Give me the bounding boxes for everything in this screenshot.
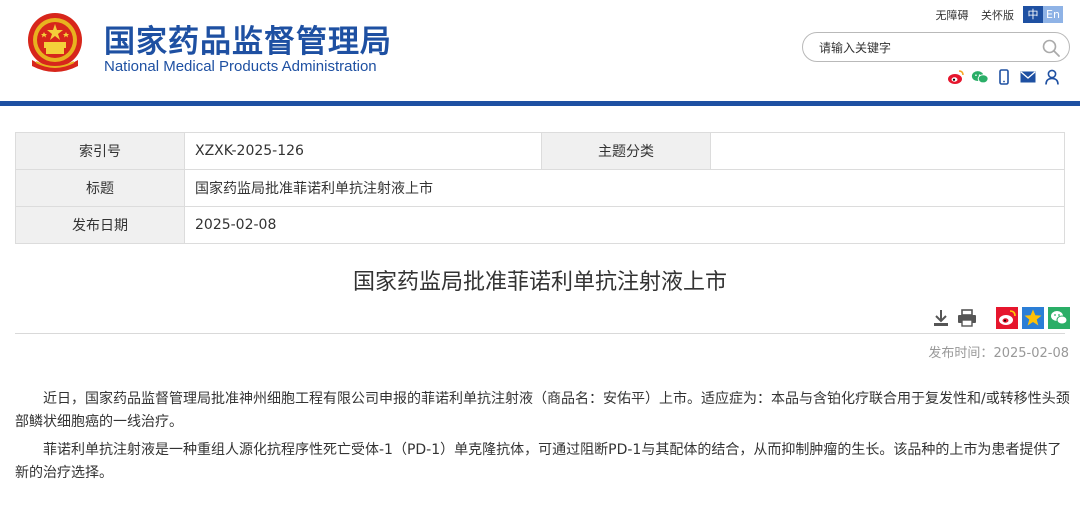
social-links xyxy=(947,68,1061,86)
title-value: 国家药监局批准菲诺利单抗注射液上市 xyxy=(184,169,1065,207)
wechat-share-icon[interactable] xyxy=(1048,307,1070,329)
search-input[interactable] xyxy=(819,39,1029,57)
article-title: 国家药监局批准菲诺利单抗注射液上市 xyxy=(352,270,727,295)
search-box xyxy=(802,32,1070,62)
national-emblem-logo[interactable] xyxy=(24,10,86,76)
top-links: 无障碍 关怀版 xyxy=(927,7,1015,23)
site-name-en[interactable]: National Medical Products Administration xyxy=(104,58,377,75)
language-switch: 中 En xyxy=(1023,6,1063,23)
table-row: 标题 国家药监局批准菲诺利单抗注射液上市 xyxy=(15,169,1065,207)
site-header: 国家药品监督管理局 National Medical Products Admi… xyxy=(0,0,1080,104)
email-icon[interactable] xyxy=(1019,68,1037,86)
lang-en-button[interactable]: En xyxy=(1043,6,1063,23)
site-name-cn[interactable]: 国家药品监督管理局 xyxy=(104,16,392,61)
article-body: 近日，国家药品监督管理局批准神州细胞工程有限公司申报的菲诺利单抗注射液（商品名：… xyxy=(15,388,1070,490)
publish-date-label: 发布日期 xyxy=(15,206,185,244)
table-row: 索引号 XZXK-2025-126 主题分类 xyxy=(15,132,1065,170)
index-number-label: 索引号 xyxy=(15,132,185,170)
wechat-icon[interactable] xyxy=(971,68,989,86)
publish-time-label: 发布时间： xyxy=(928,346,994,361)
weibo-share-icon[interactable] xyxy=(996,307,1018,329)
print-icon[interactable] xyxy=(956,307,978,329)
accessibility-link[interactable]: 无障碍 xyxy=(936,9,969,22)
user-icon[interactable] xyxy=(1043,68,1061,86)
weibo-icon[interactable] xyxy=(947,68,965,86)
topic-category-value xyxy=(710,132,1065,170)
care-mode-link[interactable]: 关怀版 xyxy=(981,9,1014,22)
article-paragraph: 菲诺利单抗注射液是一种重组人源化抗程序性死亡受体-1（PD-1）单克隆抗体，可通… xyxy=(15,442,1062,481)
mobile-icon[interactable] xyxy=(995,68,1013,86)
title-label: 标题 xyxy=(15,169,185,207)
qzone-share-icon[interactable] xyxy=(1022,307,1044,329)
article-publish-time: 发布时间：2025-02-08 xyxy=(928,342,1069,361)
publish-date-value: 2025-02-08 xyxy=(184,206,1065,244)
article-paragraph: 近日，国家药品监督管理局批准神州细胞工程有限公司申报的菲诺利单抗注射液（商品名：… xyxy=(15,391,1070,430)
table-row: 发布日期 2025-02-08 xyxy=(15,206,1065,244)
topic-category-label: 主题分类 xyxy=(541,132,711,170)
document-info-table: 索引号 XZXK-2025-126 主题分类 标题 国家药监局批准菲诺利单抗注射… xyxy=(15,132,1065,244)
article-toolbar xyxy=(926,307,1070,329)
index-number-value: XZXK-2025-126 xyxy=(184,132,542,170)
search-icon[interactable] xyxy=(1041,38,1061,58)
publish-time-value: 2025-02-08 xyxy=(993,346,1069,361)
article-divider xyxy=(15,333,1065,334)
download-icon[interactable] xyxy=(930,307,952,329)
header-divider-bar xyxy=(0,101,1080,106)
lang-zh-button[interactable]: 中 xyxy=(1023,6,1043,23)
